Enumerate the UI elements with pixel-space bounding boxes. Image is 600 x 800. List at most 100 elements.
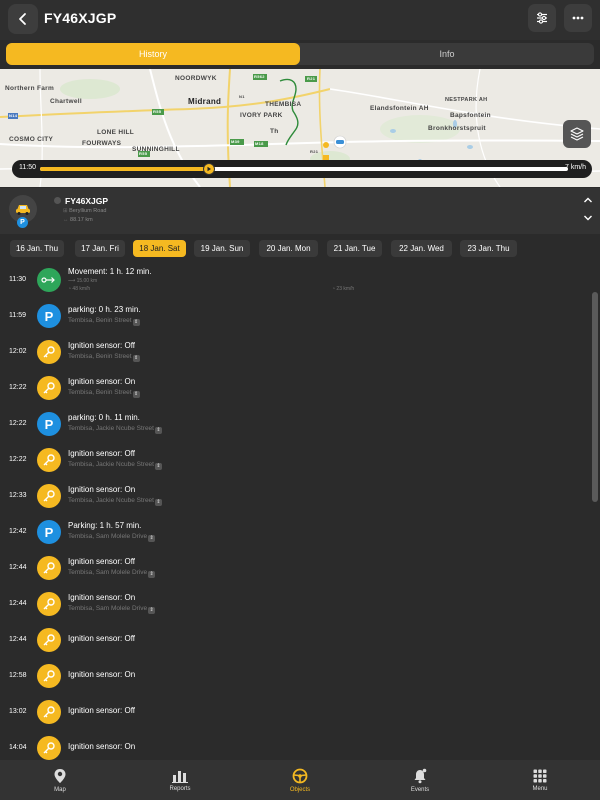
key-icon	[37, 700, 61, 724]
expand-address-icon[interactable]: ⇕	[148, 607, 156, 614]
event-title: Ignition sensor: Off	[68, 634, 135, 643]
bar-chart-icon	[172, 770, 188, 783]
parking-icon: P	[37, 304, 61, 328]
page-title: FY46XJGP	[44, 10, 117, 26]
playback-bar: 11:50 7 km/h	[12, 160, 592, 178]
date-selector: 16 Jan. Thu 17 Jan. Fri 18 Jan. Sat 19 J…	[0, 234, 600, 262]
date-chip[interactable]: 21 Jan. Tue	[327, 240, 382, 257]
map-label: Bapsfontein	[450, 112, 491, 119]
event-time: 12:44	[9, 600, 27, 607]
road-label: M18	[255, 141, 264, 146]
event-distance: ⟶ 15.00 km	[68, 278, 98, 284]
map-label: Chartwell	[50, 98, 82, 105]
list-item[interactable]: 12:22 P parking: 0 h. 11 min. Tembisa, J…	[0, 407, 590, 443]
expand-address-icon[interactable]: ⇕	[148, 535, 156, 542]
list-item[interactable]: 12:44 Ignition sensor: On Tembisa, Sam M…	[0, 587, 590, 623]
list-item[interactable]: 14:04 Ignition sensor: On	[0, 731, 590, 760]
list-item[interactable]: 12:58 Ignition sensor: On	[0, 659, 590, 695]
playback-knob[interactable]	[202, 163, 215, 175]
map-layers-button[interactable]	[563, 120, 591, 148]
chevron-down-icon[interactable]	[583, 214, 593, 222]
map-label: Midrand	[188, 97, 222, 106]
event-address: Tembisa, Benin Street ⇕	[68, 353, 140, 362]
vehicle-address: ⊞ Beryllium Road	[63, 208, 107, 214]
more-button[interactable]	[564, 4, 592, 32]
playback-progress	[40, 167, 209, 171]
expand-address-icon[interactable]: ⇕	[132, 319, 140, 326]
event-title: Ignition sensor: Off	[68, 341, 135, 350]
movement-icon	[37, 268, 61, 292]
expand-address-icon[interactable]: ⇕	[154, 499, 162, 506]
date-chip[interactable]: 23 Jan. Thu	[460, 240, 517, 257]
grid-icon	[533, 769, 547, 782]
event-address: Tembisa, Jackie Ncube Street ⇕	[68, 461, 162, 470]
list-item[interactable]: 12:33 Ignition sensor: On Tembisa, Jacki…	[0, 479, 590, 515]
event-title: Ignition sensor: On	[68, 485, 136, 494]
expand-address-icon[interactable]: ⇕	[132, 355, 140, 362]
sliders-icon	[537, 12, 547, 24]
tab-info[interactable]: Info	[300, 43, 594, 65]
event-title: Ignition sensor: Off	[68, 449, 135, 458]
tab-history[interactable]: History	[6, 43, 300, 65]
date-chip[interactable]: 17 Jan. Fri	[75, 240, 125, 257]
event-time: 12:44	[9, 564, 27, 571]
date-chip[interactable]: 19 Jan. Sun	[194, 240, 250, 257]
view-tabs: History Info	[6, 43, 594, 65]
event-title: Parking: 1 h. 57 min.	[68, 521, 142, 530]
event-time: 12:58	[9, 672, 27, 679]
list-item[interactable]: 12:44 Ignition sensor: Off Tembisa, Sam …	[0, 551, 590, 587]
event-title: Ignition sensor: Off	[68, 706, 135, 715]
key-icon	[37, 736, 61, 760]
date-chip-selected[interactable]: 18 Jan. Sat	[133, 240, 186, 257]
list-item[interactable]: 12:22 Ignition sensor: Off Tembisa, Jack…	[0, 443, 590, 479]
date-chip[interactable]: 16 Jan. Thu	[10, 240, 64, 257]
nav-objects[interactable]: Objects	[240, 760, 360, 800]
parking-icon: P	[37, 520, 61, 544]
map-label: LONE HILL	[97, 129, 135, 136]
nav-events[interactable]: Events	[360, 760, 480, 800]
date-chip[interactable]: 22 Jan. Wed	[391, 240, 452, 257]
event-title: Movement: 1 h. 12 min.	[68, 267, 152, 276]
expand-address-icon[interactable]: ⇕	[154, 463, 162, 470]
list-item[interactable]: 12:22 Ignition sensor: On Tembisa, Benin…	[0, 371, 590, 407]
nav-label: Map	[54, 786, 66, 793]
list-item[interactable]: 13:02 Ignition sensor: Off	[0, 695, 590, 731]
key-icon	[37, 592, 61, 616]
event-list[interactable]: 11:30 Movement: 1 h. 12 min. ⟶ 15.00 km …	[0, 262, 600, 760]
event-address: Tembisa, Benin Street ⇕	[68, 317, 140, 326]
road-label: R562	[254, 74, 265, 79]
nav-menu[interactable]: Menu	[480, 760, 600, 800]
list-item[interactable]: 12:42 P Parking: 1 h. 57 min. Tembisa, S…	[0, 515, 590, 551]
road-label: R21	[307, 76, 316, 81]
playback-slider[interactable]	[40, 163, 568, 175]
bottom-nav: Map Reports Objects Events Menu	[0, 760, 600, 800]
event-time: 12:02	[9, 348, 27, 355]
nav-reports[interactable]: Reports	[120, 760, 240, 800]
list-item[interactable]: 11:30 Movement: 1 h. 12 min. ⟶ 15.00 km …	[0, 263, 590, 299]
list-item[interactable]: 12:02 Ignition sensor: Off Tembisa, Beni…	[0, 335, 590, 371]
map-label: NESTPARK AH	[445, 97, 488, 103]
event-title: Ignition sensor: On	[68, 742, 136, 751]
event-title: parking: 0 h. 11 min.	[68, 413, 140, 422]
more-horizontal-icon	[572, 16, 584, 20]
chevron-up-icon[interactable]	[583, 196, 593, 204]
event-time: 12:33	[9, 492, 27, 499]
expand-address-icon[interactable]: ⇕	[148, 571, 156, 578]
list-item[interactable]: 12:44 Ignition sensor: Off	[0, 623, 590, 659]
scrollbar[interactable]	[592, 292, 598, 502]
expand-address-icon[interactable]: ⇕	[132, 391, 140, 398]
expand-address-icon[interactable]: ⇕	[154, 427, 162, 434]
event-avg-speed: ◔ 23 km/h	[332, 286, 355, 292]
route-icon: ⟶	[68, 278, 77, 284]
event-max-speed: ◔ 48 km/h	[68, 286, 91, 292]
event-address: Tembisa, Sam Molele Drive ⇕	[68, 605, 156, 614]
date-chip[interactable]: 20 Jan. Mon	[259, 240, 318, 257]
car-icon	[16, 205, 30, 215]
key-icon	[37, 556, 61, 580]
filter-button[interactable]	[528, 4, 556, 32]
nav-map[interactable]: Map	[0, 760, 120, 800]
chevron-left-icon	[19, 13, 26, 25]
list-item[interactable]: 11:59 P parking: 0 h. 23 min. Tembisa, B…	[0, 299, 590, 335]
back-button[interactable]	[8, 4, 38, 34]
event-title: Ignition sensor: On	[68, 670, 136, 679]
